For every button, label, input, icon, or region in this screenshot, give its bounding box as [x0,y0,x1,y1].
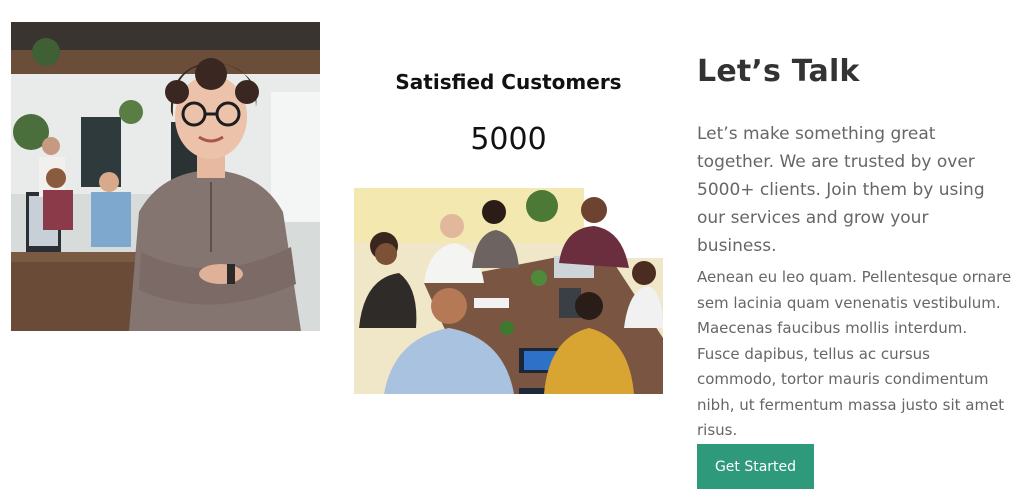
lets-talk-lead-paragraph: Let’s make something great together. We … [697,124,985,256]
satisfied-customers-count: 5000 [470,122,547,157]
woman-portrait-illustration [11,22,320,331]
satisfied-customers-title: Satisfied Customers [395,70,622,94]
team-meeting-illustration [354,188,663,394]
woman-portrait-photo [11,22,320,331]
lets-talk-heading: Let’s Talk [697,54,860,89]
team-meeting-photo [354,188,663,394]
lets-talk-body-paragraph: Aenean eu leo quam. Pellentesque ornare … [697,268,1012,439]
get-started-button[interactable]: Get Started [697,444,814,489]
